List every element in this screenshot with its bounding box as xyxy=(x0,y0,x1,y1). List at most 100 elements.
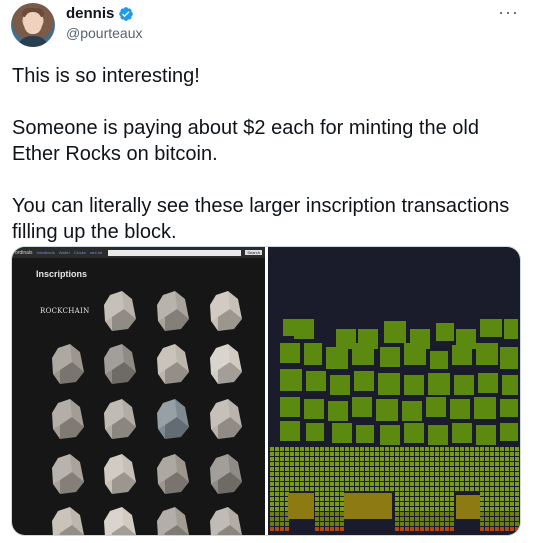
small-tx-block xyxy=(420,502,424,506)
small-tx-block xyxy=(315,447,319,451)
small-tx-block xyxy=(270,512,274,516)
ether-rock-icon[interactable] xyxy=(50,452,86,496)
more-horizontal-icon[interactable]: ··· xyxy=(498,2,519,23)
ether-rock-icon[interactable] xyxy=(50,505,86,535)
author-display-name[interactable]: dennis xyxy=(66,5,114,22)
small-tx-block xyxy=(320,507,324,511)
small-tx-block xyxy=(395,522,399,526)
inscription-tx-block xyxy=(500,423,518,441)
small-tx-block xyxy=(355,477,359,481)
small-tx-block xyxy=(415,492,419,496)
ether-rock-icon[interactable] xyxy=(155,289,191,333)
small-tx-block xyxy=(515,487,519,491)
small-tx-block xyxy=(330,477,334,481)
ether-rock-icon[interactable] xyxy=(50,397,86,441)
inscription-tx-block xyxy=(280,369,302,391)
mempool-block-visualization[interactable] xyxy=(268,247,520,535)
small-tx-block xyxy=(430,512,434,516)
inscription-tx-block xyxy=(450,399,470,419)
ether-rock-icon[interactable] xyxy=(102,505,138,535)
ether-rock-icon[interactable] xyxy=(102,397,138,441)
small-tx-block xyxy=(325,447,329,451)
ether-rock-icon[interactable] xyxy=(155,505,191,535)
ether-rock-icon[interactable] xyxy=(208,452,244,496)
small-tx-block xyxy=(430,492,434,496)
small-tx-block xyxy=(335,472,339,476)
tweet-media[interactable]: ordinals Handbook Wallet Clocks rare.txt… xyxy=(11,246,521,536)
small-tx-block xyxy=(490,527,494,531)
small-tx-block xyxy=(395,497,399,501)
small-tx-block xyxy=(360,487,364,491)
small-tx-block xyxy=(480,492,484,496)
small-tx-block xyxy=(435,527,439,531)
inscription-tx-block xyxy=(280,397,300,417)
small-tx-block xyxy=(500,497,504,501)
small-tx-block xyxy=(510,517,514,521)
ether-rock-icon[interactable] xyxy=(208,342,244,386)
small-tx-block xyxy=(290,477,294,481)
small-tx-block xyxy=(320,497,324,501)
small-tx-block xyxy=(500,447,504,451)
small-tx-block xyxy=(500,487,504,491)
small-tx-block xyxy=(335,462,339,466)
small-tx-block xyxy=(270,477,274,481)
rockchain-label: ROCKCHAIN xyxy=(40,307,90,315)
small-tx-block xyxy=(395,462,399,466)
small-tx-block xyxy=(410,457,414,461)
small-tx-block xyxy=(425,457,429,461)
ether-rock-icon[interactable] xyxy=(102,452,138,496)
ether-rock-icon[interactable] xyxy=(208,505,244,535)
small-tx-block xyxy=(375,452,379,456)
inscription-tx-block xyxy=(380,425,400,445)
small-tx-block xyxy=(410,517,414,521)
inscription-tx-block xyxy=(500,399,518,417)
small-tx-block xyxy=(480,447,484,451)
small-tx-block xyxy=(505,507,509,511)
small-tx-block xyxy=(275,462,279,466)
small-tx-block xyxy=(500,527,504,531)
author-handle[interactable]: @pourteaux xyxy=(66,25,142,41)
small-tx-block xyxy=(460,477,464,481)
inscriptions-screenshot[interactable]: ordinals Handbook Wallet Clocks rare.txt… xyxy=(12,247,265,535)
small-tx-block xyxy=(470,457,474,461)
small-tx-block xyxy=(425,477,429,481)
small-tx-block xyxy=(340,472,344,476)
avatar[interactable] xyxy=(11,3,55,47)
highlight-tx-block xyxy=(456,495,480,519)
ether-rock-icon[interactable] xyxy=(155,452,191,496)
small-tx-block xyxy=(380,482,384,486)
small-tx-block xyxy=(275,482,279,486)
small-tx-block xyxy=(500,472,504,476)
small-tx-block xyxy=(385,462,389,466)
small-tx-block xyxy=(450,472,454,476)
ether-rock-icon[interactable] xyxy=(208,289,244,333)
small-tx-block xyxy=(410,502,414,506)
inscription-tx-block xyxy=(352,397,372,417)
inscription-tx-block xyxy=(380,347,400,367)
small-tx-block xyxy=(365,472,369,476)
small-tx-block xyxy=(315,492,319,496)
small-tx-block xyxy=(300,477,304,481)
small-tx-block xyxy=(435,472,439,476)
small-tx-block xyxy=(410,492,414,496)
small-tx-block xyxy=(435,492,439,496)
small-tx-block xyxy=(450,462,454,466)
ether-rock-icon[interactable] xyxy=(50,342,86,386)
small-tx-block xyxy=(300,462,304,466)
small-tx-block xyxy=(470,447,474,451)
small-tx-block xyxy=(405,452,409,456)
small-tx-block xyxy=(475,477,479,481)
small-tx-block xyxy=(335,487,339,491)
small-tx-block xyxy=(310,472,314,476)
small-tx-block xyxy=(405,447,409,451)
ether-rock-icon[interactable] xyxy=(155,342,191,386)
small-tx-block xyxy=(515,492,519,496)
small-tx-block xyxy=(515,462,519,466)
inscription-tx-block xyxy=(476,343,498,365)
verified-badge-icon xyxy=(119,6,134,21)
avatar-body xyxy=(17,36,49,47)
ether-rock-icon[interactable] xyxy=(102,289,138,333)
ether-rock-icon[interactable] xyxy=(102,342,138,386)
ether-rock-icon[interactable] xyxy=(155,397,191,441)
ether-rock-icon[interactable] xyxy=(208,397,244,441)
